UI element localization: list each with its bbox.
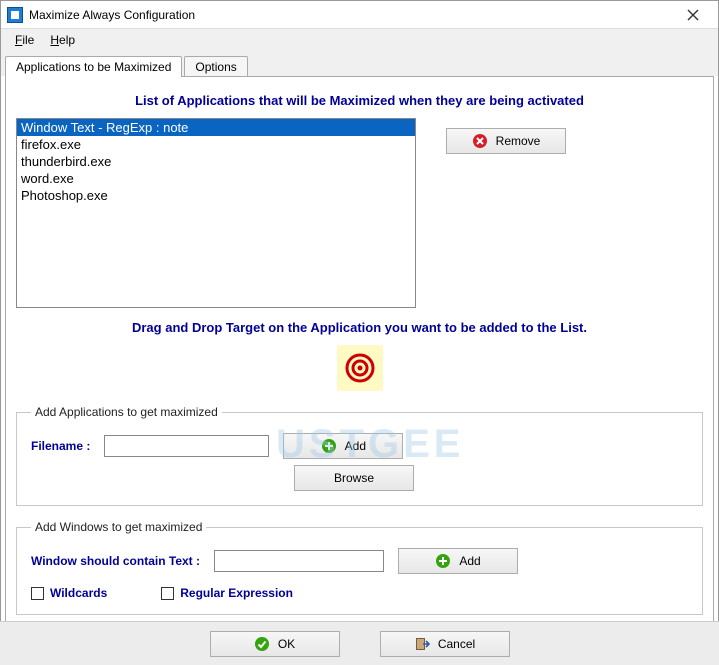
regex-label: Regular Expression	[180, 586, 293, 600]
checkbox-icon	[31, 587, 44, 600]
checkbox-icon	[161, 587, 174, 600]
list-item[interactable]: Window Text - RegExp : note	[17, 119, 415, 136]
footer: OK Cancel	[0, 621, 719, 665]
browse-label: Browse	[334, 471, 374, 485]
tabstrip: Applications to be Maximized Options	[1, 51, 718, 76]
cancel-button[interactable]: Cancel	[380, 631, 510, 657]
wildcards-checkbox[interactable]: Wildcards	[31, 586, 107, 600]
window-title: Maximize Always Configuration	[29, 8, 674, 22]
group-add-applications: Add Applications to get maximized Filena…	[16, 405, 703, 506]
add-app-button[interactable]: Add	[283, 433, 403, 459]
app-listbox[interactable]: Window Text - RegExp : note firefox.exe …	[16, 118, 416, 308]
list-item[interactable]: thunderbird.exe	[17, 153, 415, 170]
group-add-windows: Add Windows to get maximized Window shou…	[16, 520, 703, 615]
list-item[interactable]: firefox.exe	[17, 136, 415, 153]
ok-button[interactable]: OK	[210, 631, 340, 657]
tabpanel-applications: List of Applications that will be Maximi…	[5, 76, 714, 636]
instruction-list: List of Applications that will be Maximi…	[16, 93, 703, 108]
legend-add-applications: Add Applications to get maximized	[31, 405, 222, 419]
filename-label: Filename :	[31, 439, 90, 453]
remove-button[interactable]: Remove	[446, 128, 566, 154]
list-item[interactable]: word.exe	[17, 170, 415, 187]
legend-add-windows: Add Windows to get maximized	[31, 520, 206, 534]
close-icon	[685, 7, 701, 23]
instruction-drag: Drag and Drop Target on the Application …	[16, 320, 703, 335]
add-window-label: Add	[459, 554, 480, 568]
target-icon	[345, 353, 375, 383]
check-icon	[254, 636, 270, 652]
window-text-label: Window should contain Text :	[31, 554, 200, 568]
exit-icon	[414, 636, 430, 652]
plus-icon	[321, 438, 337, 454]
tab-applications[interactable]: Applications to be Maximized	[5, 56, 182, 77]
cancel-label: Cancel	[438, 637, 475, 651]
filename-input[interactable]	[104, 435, 269, 457]
app-icon	[7, 7, 23, 23]
drag-target[interactable]	[337, 345, 383, 391]
remove-label: Remove	[496, 134, 541, 148]
close-button[interactable]	[674, 1, 712, 28]
plus-icon	[435, 553, 451, 569]
menu-help[interactable]: Help	[44, 31, 81, 49]
add-app-label: Add	[345, 439, 366, 453]
browse-button[interactable]: Browse	[294, 465, 414, 491]
list-item[interactable]: Photoshop.exe	[17, 187, 415, 204]
tab-options[interactable]: Options	[184, 56, 247, 77]
wildcards-label: Wildcards	[50, 586, 107, 600]
menu-file[interactable]: File	[9, 31, 40, 49]
ok-label: OK	[278, 637, 295, 651]
window-text-input[interactable]	[214, 550, 384, 572]
error-icon	[472, 133, 488, 149]
menubar: File Help	[1, 29, 718, 51]
titlebar: Maximize Always Configuration	[1, 1, 718, 29]
regex-checkbox[interactable]: Regular Expression	[161, 586, 293, 600]
add-window-button[interactable]: Add	[398, 548, 518, 574]
